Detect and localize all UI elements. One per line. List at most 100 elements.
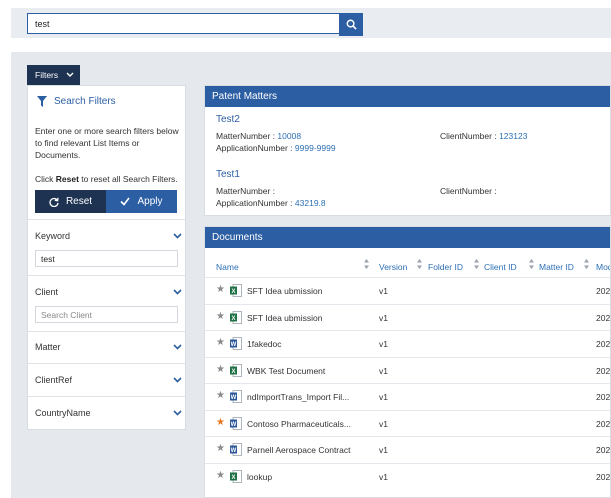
table-row[interactable]: ★ W Parnell Aerospace Contract v1 202: [205, 436, 611, 462]
document-modified: 202: [596, 339, 611, 349]
document-modified: 202: [596, 312, 611, 323]
table-row[interactable]: ★ W 1fakedoc v1 202: [205, 330, 611, 356]
document-name[interactable]: Parnell Aerospace Contract: [247, 445, 350, 455]
document-name[interactable]: 1fakedoc: [247, 339, 282, 349]
chevron-down-icon: [66, 72, 74, 77]
keyword-section-header[interactable]: Keyword: [35, 231, 182, 241]
sort-icon[interactable]: [583, 257, 590, 271]
document-version: v1: [379, 445, 388, 455]
document-modified: 202: [596, 418, 611, 429]
client-number-value: 123123: [499, 131, 528, 141]
client-section-header[interactable]: Client: [35, 287, 182, 297]
filters-toggle-button[interactable]: Filters: [27, 65, 80, 85]
filter-actions: Reset Apply: [35, 190, 177, 213]
keyword-input[interactable]: [35, 250, 178, 267]
svg-text:W: W: [231, 448, 237, 454]
document-name[interactable]: Contoso Pharmaceuticals...: [247, 419, 351, 429]
application-number-label: ApplicationNumber :: [216, 143, 293, 153]
document-name[interactable]: ndImportTrans_Import Fil...: [247, 392, 349, 402]
search-button[interactable]: [339, 13, 363, 36]
table-row[interactable]: ★ X WBK Test Document v1 202: [205, 356, 611, 383]
checkmark-icon: [120, 197, 131, 206]
keyword-label: Keyword: [35, 231, 71, 241]
chevron-down-icon: [173, 344, 182, 350]
matter-section-header[interactable]: Matter: [35, 342, 182, 352]
documents-panel: Documents Name Version Folder ID Client …: [204, 226, 611, 498]
column-header-folder-id[interactable]: Folder ID: [428, 262, 463, 272]
table-row[interactable]: ★ WndImportTrans_Import Fil... v1 202: [205, 383, 611, 409]
word-file-icon: W: [230, 443, 242, 456]
document-version: v1: [379, 392, 388, 402]
table-row[interactable]: ★ Xlookup v1 202: [205, 462, 610, 489]
client-number: ClientNumber :: [440, 186, 497, 196]
application-number: ApplicationNumber : 9999-9999: [216, 143, 336, 153]
favorite-star-icon[interactable]: ★: [216, 364, 225, 375]
client-number-label: ClientNumber :: [440, 131, 497, 141]
favorite-star-icon[interactable]: ★: [216, 311, 225, 322]
clientref-section-header[interactable]: ClientRef: [35, 375, 182, 385]
matter-label: Matter: [35, 342, 61, 352]
sort-icon[interactable]: [416, 257, 423, 271]
divider: [28, 396, 185, 397]
document-version: v1: [379, 312, 388, 323]
table-row[interactable]: ★ X SFT Idea ubmission v1 202: [205, 303, 611, 330]
application-number-value: 43219.8: [294, 198, 326, 208]
document-modified: 202: [596, 392, 611, 402]
document-modified: 202: [596, 365, 611, 376]
document-name[interactable]: SFT Idea ubmission: [247, 286, 322, 296]
application-number: ApplicationNumber : 43219.8: [216, 198, 326, 208]
svg-text:X: X: [231, 369, 235, 375]
matter-title-link[interactable]: Test2: [216, 114, 240, 125]
matter-number-value: 10008: [277, 131, 302, 141]
favorite-star-icon[interactable]: ★: [216, 470, 225, 481]
document-name[interactable]: lookup: [247, 472, 272, 482]
document-version: v1: [379, 339, 388, 349]
chevron-down-icon: [173, 377, 182, 383]
filter-panel: Search Filters Enter one or more search …: [27, 85, 186, 430]
reset-button-label: Reset: [65, 196, 93, 207]
table-row[interactable]: ★ W Contoso Pharmaceuticals... v1 202: [205, 409, 611, 436]
sort-icon[interactable]: [363, 257, 370, 271]
reset-note-prefix: Click: [35, 174, 56, 184]
sort-icon[interactable]: [528, 257, 535, 271]
application-number-label: ApplicationNumber :: [216, 198, 293, 208]
filters-toggle-label: Filters: [35, 70, 59, 80]
favorite-star-icon[interactable]: ★: [216, 417, 225, 428]
document-modified: 202: [596, 286, 611, 296]
document-modified: 202: [596, 445, 611, 455]
countryname-section-header[interactable]: CountryName: [35, 408, 182, 418]
favorite-star-icon[interactable]: ★: [216, 390, 225, 401]
column-header-client-id[interactable]: Client ID: [484, 262, 517, 272]
word-file-icon: W: [230, 390, 242, 403]
column-header-version[interactable]: Version: [379, 262, 407, 272]
search-bar: [11, 8, 611, 38]
divider: [28, 275, 185, 276]
client-number: ClientNumber : 123123: [440, 131, 527, 141]
word-file-icon: W: [230, 337, 242, 350]
client-search-input[interactable]: [35, 306, 178, 323]
documents-header: Documents: [205, 227, 610, 248]
matter-title-link[interactable]: Test1: [216, 169, 240, 180]
excel-file-icon: X: [230, 310, 242, 324]
reset-note-bold: Reset: [55, 174, 79, 184]
column-header-matter-id[interactable]: Matter ID: [539, 262, 574, 272]
patent-matters-header: Patent Matters: [205, 86, 610, 107]
document-name[interactable]: SFT Idea ubmission: [247, 313, 322, 323]
table-row[interactable]: ★ X SFT Idea ubmission v1 202: [205, 277, 611, 303]
favorite-star-icon[interactable]: ★: [216, 337, 225, 348]
sort-icon[interactable]: [473, 257, 480, 271]
column-header-name[interactable]: Name: [216, 262, 239, 272]
matter-number-label: MatterNumber :: [216, 186, 276, 196]
search-input[interactable]: [27, 13, 340, 34]
column-header-modified[interactable]: Mod: [596, 262, 610, 272]
excel-file-icon: X: [230, 469, 242, 483]
apply-button[interactable]: Apply: [106, 190, 177, 213]
document-name[interactable]: WBK Test Document: [247, 366, 325, 376]
favorite-star-icon[interactable]: ★: [216, 284, 225, 295]
reset-button[interactable]: Reset: [35, 190, 106, 213]
application-number-value: 9999-9999: [294, 143, 336, 153]
favorite-star-icon[interactable]: ★: [216, 443, 225, 454]
filter-description: Enter one or more search filters below t…: [35, 126, 179, 160]
chevron-down-icon: [173, 289, 182, 295]
client-number-label: ClientNumber :: [440, 186, 497, 196]
